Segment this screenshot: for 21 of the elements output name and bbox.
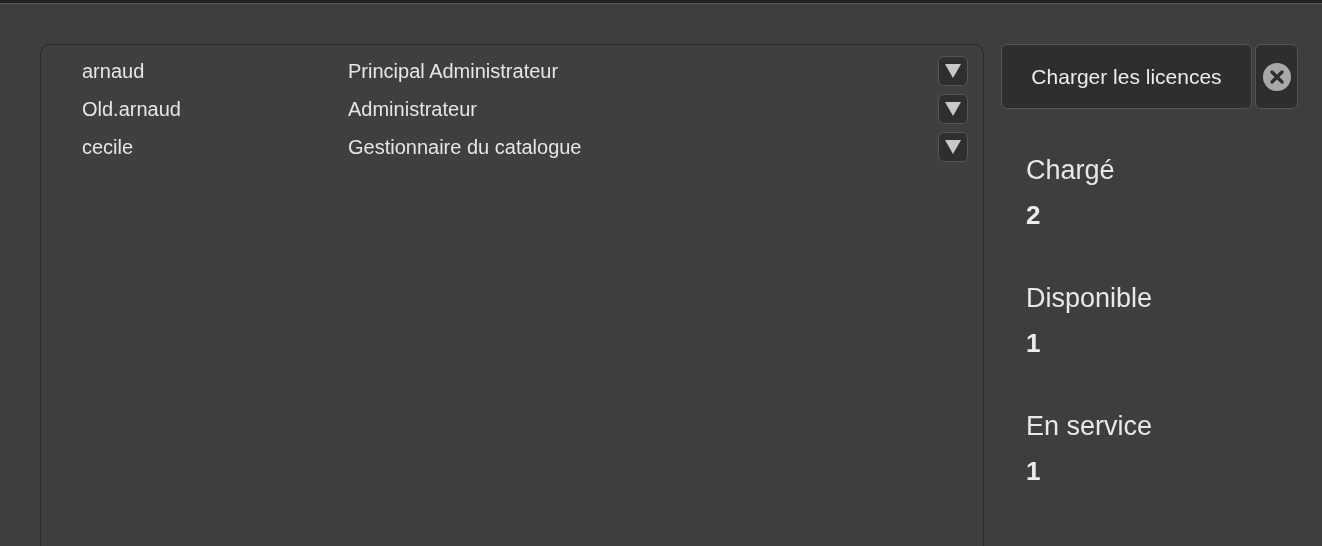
stat-label: Chargé [1026, 155, 1116, 186]
user-name: cecile [81, 135, 135, 159]
user-role: Gestionnaire du catalogue [348, 135, 583, 159]
down-triangle-icon [944, 139, 962, 155]
user-role: Administrateur [348, 97, 478, 121]
dropdown-button[interactable] [938, 132, 968, 162]
down-triangle-icon [944, 63, 962, 79]
stat-label: Disponible [1026, 283, 1154, 314]
stat-label: En service [1026, 411, 1154, 442]
user-name: Old.arnaud [81, 97, 182, 121]
load-licenses-button[interactable]: Charger les licences [1001, 44, 1252, 109]
dropdown-button[interactable] [938, 94, 968, 124]
stat-value: 2 [1026, 200, 1042, 231]
down-triangle-icon [944, 101, 962, 117]
stat-value: 1 [1026, 456, 1042, 487]
dropdown-button[interactable] [938, 56, 968, 86]
close-button[interactable] [1255, 44, 1298, 109]
user-name: arnaud [81, 59, 146, 83]
user-role: Principal Administrateur [348, 59, 560, 83]
stat-value: 1 [1026, 328, 1042, 359]
close-icon [1262, 62, 1291, 91]
